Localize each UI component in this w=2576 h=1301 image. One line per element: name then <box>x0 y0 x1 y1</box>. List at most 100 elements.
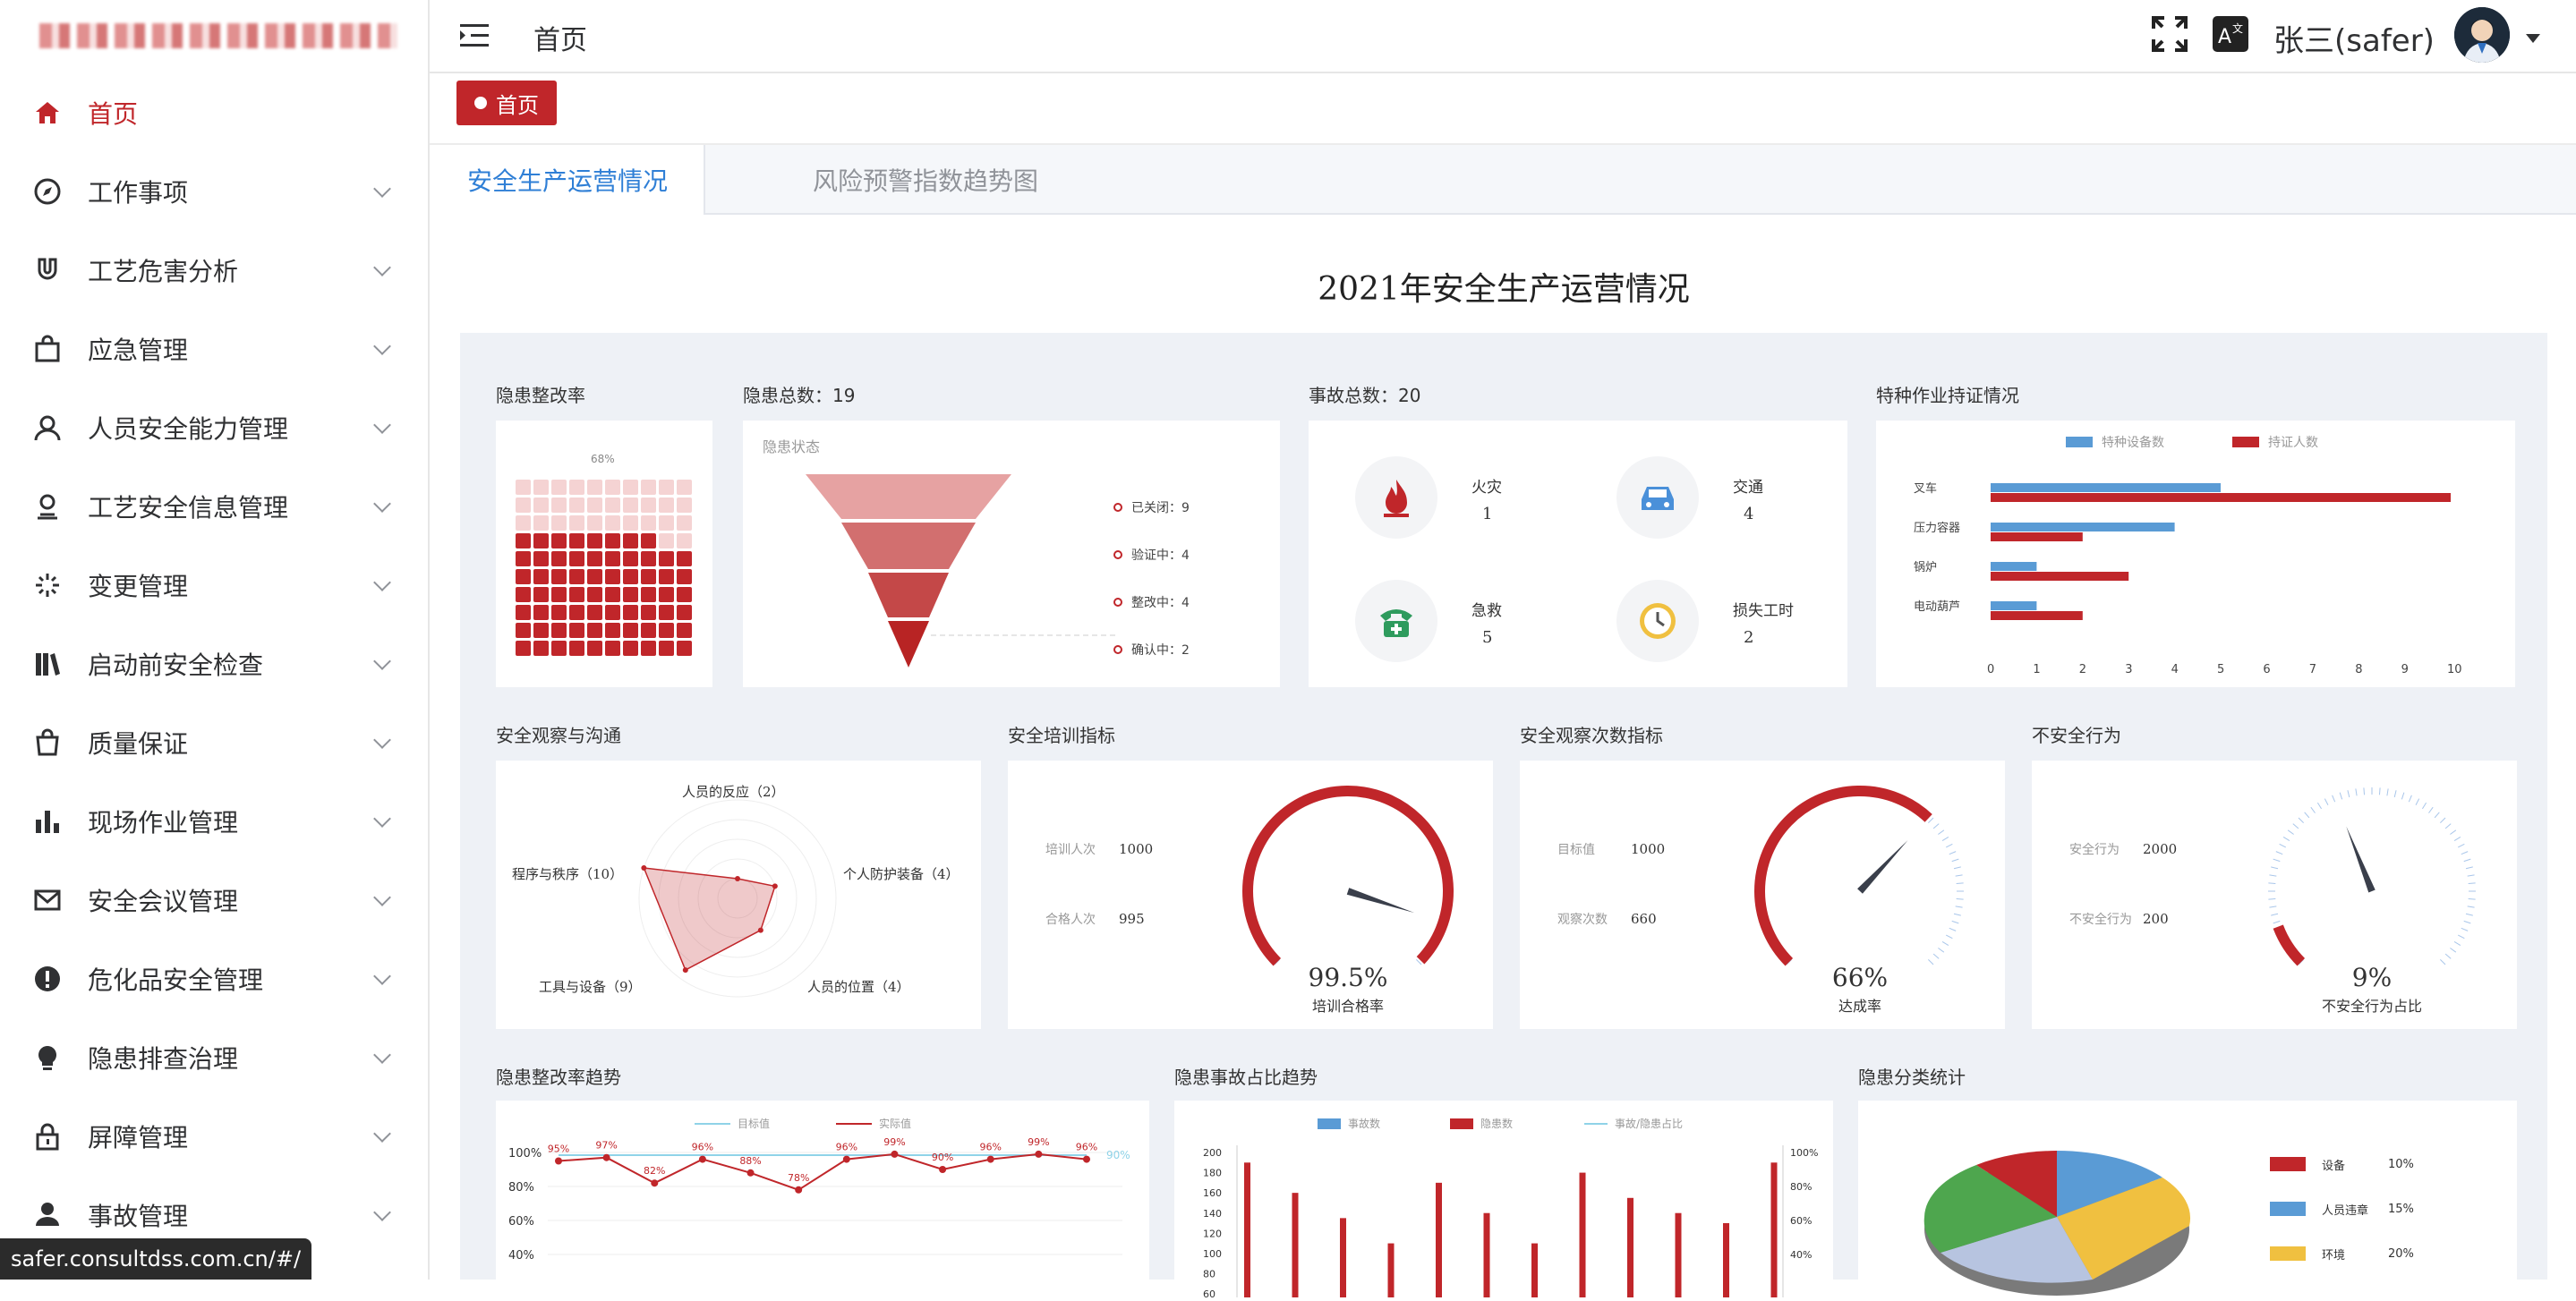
sidebar-item-5[interactable]: 工艺安全信息管理 <box>0 467 428 546</box>
waffle-cell <box>551 497 567 513</box>
tag-label: 首页 <box>496 92 539 118</box>
funnel-legend-item: 确认中：2 <box>1113 625 1190 673</box>
unsafe-card: 安全行为 2000 不安全行为 200 9% 不安全行为占比 <box>2032 761 2517 1029</box>
category-label: 压力容器 <box>1914 521 1960 535</box>
username[interactable]: 张三(safer) <box>2273 16 2435 60</box>
bar <box>1723 1223 1729 1301</box>
gauge-tick <box>2408 795 2412 803</box>
bar <box>1244 1162 1250 1301</box>
chevron-down-icon[interactable] <box>373 337 391 355</box>
waffle-cell <box>569 623 584 638</box>
waffle-cell <box>516 515 531 531</box>
waffle-cell <box>587 605 602 620</box>
funnel-legend: 已关闭：9 验证中：4 整改中：4 确认中：2 <box>1113 483 1190 673</box>
sidebar-item-13[interactable]: 屏障管理 <box>0 1097 428 1176</box>
radar-label: 工具与设备（9） <box>539 979 642 995</box>
menu-toggle-icon[interactable] <box>460 21 490 54</box>
line-point <box>795 1186 803 1194</box>
rect-rate-card: 68% <box>496 421 712 687</box>
sidebar-item-label: 隐患排查治理 <box>88 1044 239 1074</box>
gauge-tick <box>2463 920 2471 924</box>
sidebar-item-label: 质量保证 <box>88 729 189 759</box>
waffle-cell <box>569 569 584 584</box>
gauge-needle <box>1346 888 1415 914</box>
radar-label: 程序与秩序（10） <box>512 866 623 882</box>
waffle-cell <box>587 623 602 638</box>
waffle-cell <box>587 480 602 495</box>
chevron-down-icon[interactable] <box>373 1203 391 1221</box>
waffle-cell <box>587 533 602 548</box>
category-title: 隐患分类统计 <box>1858 1067 1966 1088</box>
cert-bar-chart: 特种设备数 持证人数叉车压力容器锅炉电动葫芦 0 1 2 3 4 5 6 7 8 9 10 <box>1914 435 2462 676</box>
sidebar-item-2[interactable]: 工艺危害分析 <box>0 231 428 310</box>
tick-label: 200 <box>1203 1147 1222 1159</box>
gauge-chart: 安全行为 2000 不安全行为 200 9% 不安全行为占比 <box>2069 787 2476 1015</box>
waffle-cell <box>587 641 602 656</box>
tick-label: 0 <box>1987 663 1994 676</box>
chevron-down-icon[interactable] <box>2526 34 2540 43</box>
pie-legend-item: 环境 20% <box>2270 1231 2414 1276</box>
waffle-cell <box>641 587 656 602</box>
legend-ring-icon <box>1113 502 1122 512</box>
translate-icon[interactable]: A文 <box>2213 16 2248 55</box>
sidebar-item-12[interactable]: 隐患排查治理 <box>0 1018 428 1097</box>
legend-label: 隐患数 <box>1480 1117 1513 1130</box>
gauge-tick <box>1949 851 1957 855</box>
accident-value: 1 <box>1482 505 1493 523</box>
sidebar-item-7[interactable]: 启动前安全检查 <box>0 625 428 703</box>
sidebar-item-10[interactable]: 安全会议管理 <box>0 861 428 940</box>
category-label: 电动葫芦 <box>1914 600 1960 614</box>
bar <box>1991 601 2037 610</box>
accident-item: 急救 5 <box>1355 580 1552 662</box>
waffle-cell <box>641 533 656 548</box>
waffle-cell <box>516 605 531 620</box>
sidebar-item-8[interactable]: 质量保证 <box>0 703 428 782</box>
chevron-down-icon[interactable] <box>373 810 391 828</box>
legend-swatch <box>2232 437 2259 447</box>
bar <box>1627 1197 1633 1301</box>
sidebar-item-3[interactable]: 应急管理 <box>0 310 428 388</box>
hazard-funnel-card: 隐患状态 已关闭：9 验证中：4 整改中：4 确认中：2 <box>743 421 1280 687</box>
sidebar-item-1[interactable]: 工作事项 <box>0 152 428 231</box>
chevron-down-icon[interactable] <box>373 967 391 985</box>
waffle-cell <box>623 587 638 602</box>
waffle-cell <box>551 569 567 584</box>
chevron-down-icon[interactable] <box>373 180 391 198</box>
waffle-cell <box>516 587 531 602</box>
waffle-cell <box>533 623 549 638</box>
actual-line <box>558 1152 1088 1191</box>
avatar[interactable] <box>2454 7 2510 63</box>
chevron-down-icon[interactable] <box>373 416 391 434</box>
bar <box>1991 532 2083 541</box>
chevron-down-icon[interactable] <box>373 1125 391 1143</box>
gauge-tick <box>2355 788 2358 796</box>
chevron-down-icon[interactable] <box>373 1046 391 1064</box>
chevron-down-icon[interactable] <box>373 574 391 591</box>
sidebar-nav: 首页 工作事项 工艺危害分析 应急管理 人员安全能力管理 工艺安全信息管理 变更管理启动前安… <box>0 73 428 1254</box>
gauge-tick <box>2415 798 2420 805</box>
tab-risk-trend[interactable]: 风险预警指数趋势图 <box>777 145 1074 215</box>
tab-operations[interactable]: 安全生产运营情况 <box>431 145 706 215</box>
bar <box>1991 523 2175 531</box>
tag-home[interactable]: 首页 <box>456 81 557 125</box>
radar-point <box>772 883 778 889</box>
category-label: 锅炉 <box>1914 560 1937 574</box>
accident-item: 损失工时 2 <box>1616 580 1813 662</box>
gauge-value: 9% <box>2352 963 2392 992</box>
sidebar-item-label: 启动前安全检查 <box>88 650 264 680</box>
gauge-value: 99.5% <box>1309 963 1388 992</box>
waffle-cell <box>516 623 531 638</box>
bar <box>1991 483 2221 492</box>
fullscreen-icon[interactable] <box>2152 16 2188 55</box>
sidebar-item-9[interactable]: 现场作业管理 <box>0 782 428 861</box>
chevron-down-icon[interactable] <box>373 259 391 276</box>
sidebar-item-11[interactable]: 危化品安全管理 <box>0 940 428 1018</box>
chevron-down-icon[interactable] <box>373 652 391 670</box>
chevron-down-icon[interactable] <box>373 495 391 513</box>
sidebar-item-label: 屏障管理 <box>88 1123 189 1152</box>
sidebar-item-0[interactable]: 首页 <box>0 73 428 152</box>
sidebar-item-6[interactable]: 变更管理 <box>0 546 428 625</box>
sidebar-item-4[interactable]: 人员安全能力管理 <box>0 388 428 467</box>
chevron-down-icon[interactable] <box>373 731 391 749</box>
chevron-down-icon[interactable] <box>373 889 391 906</box>
